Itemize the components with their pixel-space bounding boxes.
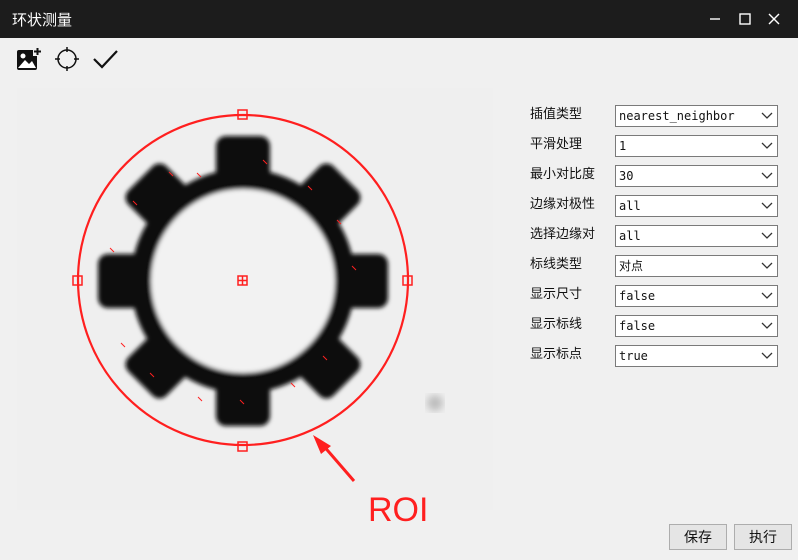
execute-button[interactable]: 执行 (734, 524, 792, 550)
window-title: 环状测量 (12, 11, 73, 29)
chevron-down-icon (761, 322, 773, 329)
param-label-edge-polarity: 边缘对极性 (530, 197, 596, 212)
circle-target-icon[interactable] (52, 44, 82, 74)
param-select-line-type[interactable]: 对点 (615, 255, 778, 277)
add-image-icon[interactable] (14, 44, 44, 74)
chevron-down-icon (761, 262, 773, 269)
param-select-smoothing[interactable]: 1 (615, 135, 778, 157)
param-select-edge-pair[interactable]: all (615, 225, 778, 247)
chevron-down-icon (761, 292, 773, 299)
param-label-show-points: 显示标点 (530, 347, 583, 362)
checkmark-icon[interactable] (90, 44, 120, 74)
param-label-line-type: 标线类型 (530, 257, 583, 272)
param-label-show-lines: 显示标线 (530, 317, 583, 332)
minimize-icon[interactable] (706, 10, 724, 28)
dust-spot (427, 395, 443, 411)
param-select-edge-polarity[interactable]: all (615, 195, 778, 217)
param-label-interpolation: 插值类型 (530, 107, 583, 122)
gear-image (17, 88, 493, 510)
chevron-down-icon (761, 142, 773, 149)
param-label-edge-pair: 选择边缘对 (530, 227, 596, 242)
param-select-interpolation[interactable]: nearest_neighbor (615, 105, 778, 127)
chevron-down-icon (761, 202, 773, 209)
param-select-min-contrast[interactable]: 30 (615, 165, 778, 187)
chevron-down-icon (761, 352, 773, 359)
save-button[interactable]: 保存 (669, 524, 727, 550)
param-label-smoothing: 平滑处理 (530, 137, 583, 152)
param-select-show-lines[interactable]: false (615, 315, 778, 337)
chevron-down-icon (761, 172, 773, 179)
close-icon[interactable] (765, 10, 783, 28)
roi-label: ROI (368, 491, 429, 529)
toolbar (0, 38, 798, 82)
chevron-down-icon (761, 232, 773, 239)
param-label-show-size: 显示尺寸 (530, 287, 583, 302)
title-bar: 环状测量 (0, 0, 798, 38)
param-label-min-contrast: 最小对比度 (530, 167, 596, 182)
chevron-down-icon (761, 112, 773, 119)
param-select-show-points[interactable]: true (615, 345, 778, 367)
param-select-show-size[interactable]: false (615, 285, 778, 307)
image-canvas[interactable] (17, 88, 493, 510)
maximize-icon[interactable] (736, 10, 754, 28)
